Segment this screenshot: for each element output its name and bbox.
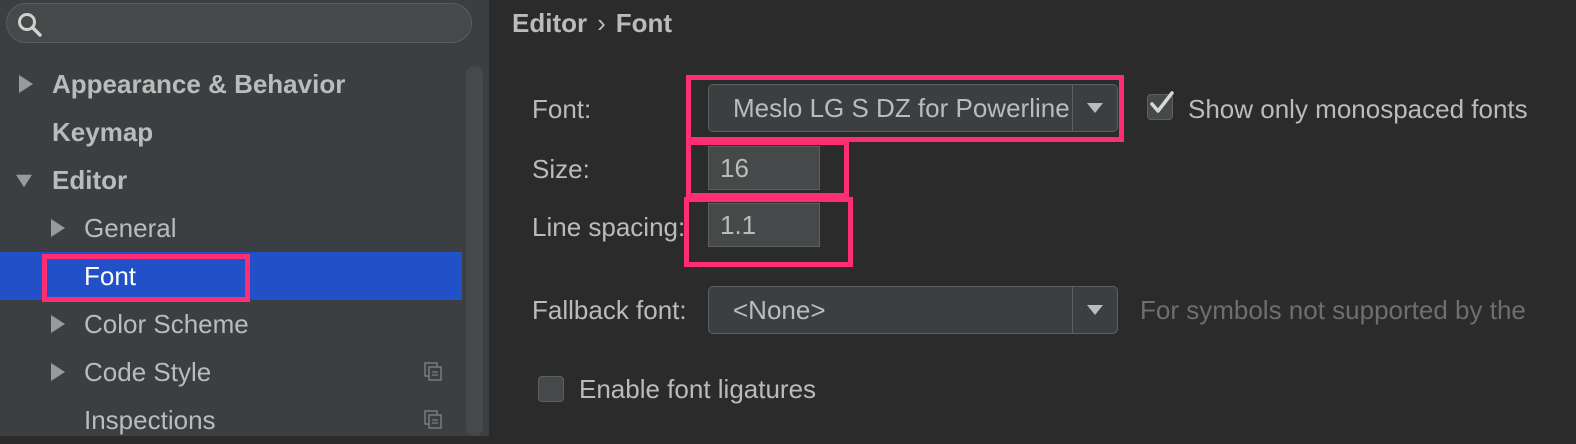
chevron-down-icon — [1087, 305, 1103, 315]
fallback-font-value: <None> — [733, 295, 826, 325]
project-settings-icon — [424, 410, 442, 429]
tree-item-general[interactable]: General — [0, 204, 462, 252]
search-icon — [18, 13, 42, 37]
tree-item-label: Code Style — [84, 357, 212, 387]
checkmark-icon — [1150, 91, 1174, 113]
tree-item-label: Inspections — [84, 405, 216, 435]
show-monospaced-checkbox[interactable] — [1147, 91, 1174, 120]
chevron-right-icon[interactable] — [50, 315, 66, 333]
breadcrumb-current: Font — [615, 8, 673, 38]
tree-item-label: Color Scheme — [84, 309, 249, 339]
chevron-right-icon[interactable] — [50, 219, 66, 237]
tree-item-appearance-behavior[interactable]: Appearance & Behavior — [0, 60, 462, 108]
chevron-down-icon[interactable] — [16, 172, 32, 190]
highlight-box-font-tree-item — [42, 254, 250, 302]
project-settings-icon — [424, 362, 442, 381]
tree-item-inspections[interactable]: Inspections — [0, 396, 462, 444]
font-settings-panel: Editor › Font Font: Meslo LG S DZ for Powe… — [491, 0, 1576, 436]
highlight-box-line-spacing-field — [684, 197, 853, 267]
sidebar-scrollbar[interactable] — [466, 66, 483, 436]
highlight-box-size-field — [686, 140, 849, 198]
breadcrumb-parent: Editor — [512, 8, 588, 38]
search-input[interactable] — [51, 8, 465, 40]
font-ligatures-checkbox[interactable] — [538, 376, 564, 402]
breadcrumb: Editor › Font — [512, 8, 672, 39]
fallback-font-hint: For symbols not supported by the — [1140, 295, 1526, 325]
breadcrumb-separator: › — [597, 8, 606, 38]
chevron-right-icon[interactable] — [18, 75, 34, 93]
search-field[interactable] — [6, 3, 472, 43]
tree-item-keymap[interactable]: Keymap — [0, 108, 462, 156]
tree-item-label: General — [84, 213, 177, 243]
highlight-box-font-combobox — [686, 75, 1124, 142]
tree-item-label: Editor — [52, 165, 128, 195]
tree-item-color-scheme[interactable]: Color Scheme — [0, 300, 462, 348]
line-spacing-label: Line spacing: — [532, 212, 686, 242]
fallback-font-combobox[interactable]: <None> — [708, 286, 1118, 334]
fallback-dropdown-button[interactable] — [1072, 287, 1117, 333]
size-label: Size: — [532, 154, 590, 184]
font-ligatures-label[interactable]: Enable font ligatures — [579, 374, 816, 405]
show-monospaced-label[interactable]: Show only monospaced fonts — [1188, 94, 1528, 125]
fallback-font-label: Fallback font: — [532, 295, 687, 325]
font-label: Font: — [532, 94, 592, 124]
tree-item-code-style[interactable]: Code Style — [0, 348, 462, 396]
tree-item-label: Appearance & Behavior — [52, 69, 346, 99]
chevron-right-icon[interactable] — [50, 363, 66, 381]
tree-item-label: Keymap — [52, 117, 154, 147]
settings-sidebar: Appearance & Behavior Keymap Editor Gene… — [0, 0, 490, 436]
tree-item-editor[interactable]: Editor — [0, 156, 462, 204]
